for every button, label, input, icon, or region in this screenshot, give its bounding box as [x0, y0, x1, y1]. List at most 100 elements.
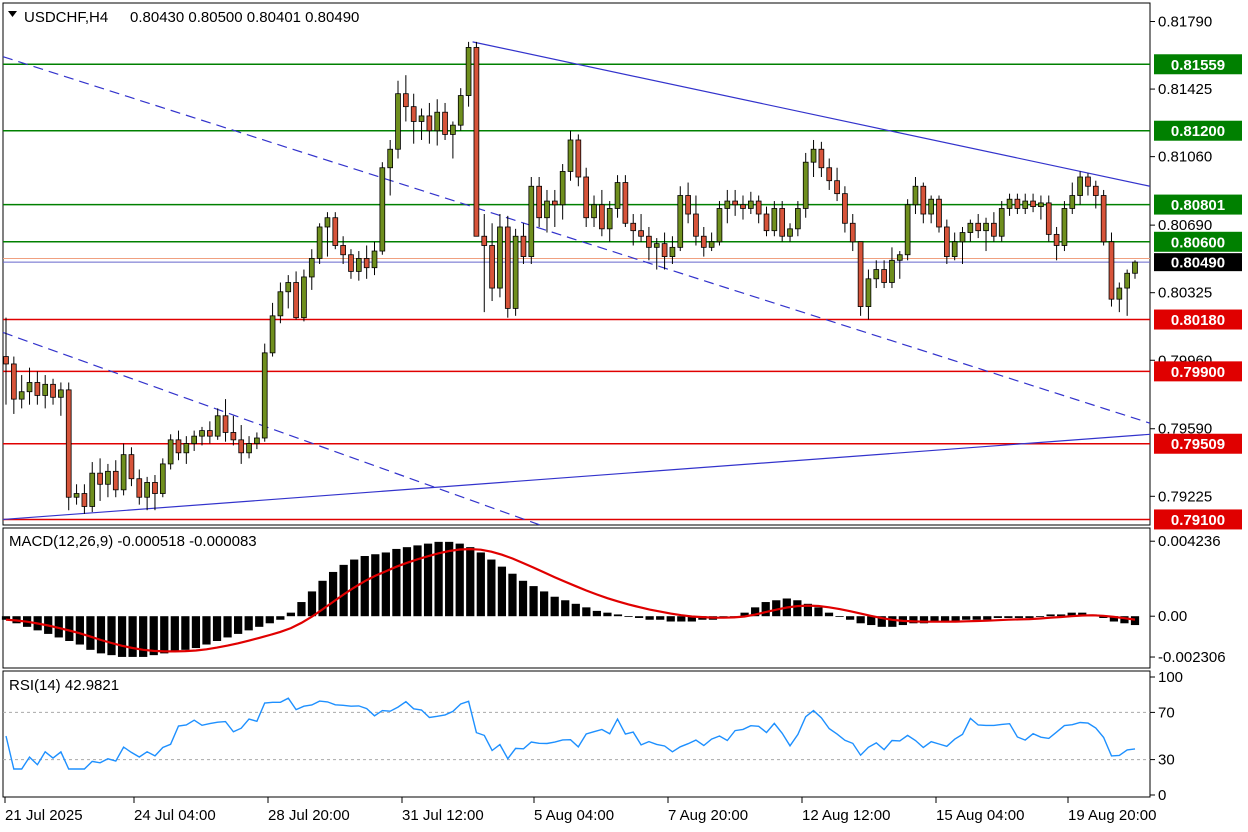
bullish-candle	[889, 259, 895, 283]
price-tick-label: 0.80325	[1158, 285, 1212, 302]
bullish-candle	[567, 139, 574, 172]
price-tick-label: 0.81425	[1158, 81, 1212, 98]
bullish-candle	[677, 195, 684, 248]
level-label: 0.80801	[1171, 197, 1225, 214]
bearish-candle	[944, 226, 950, 257]
macd-histogram-bar	[360, 556, 369, 617]
macd-histogram-bar	[107, 616, 116, 656]
macd-histogram-bar	[223, 616, 232, 638]
macd-histogram-bar	[455, 543, 464, 617]
chart-canvas: 0.81790 0.81425 0.81060 0.80690 0.80325 0.799…	[1, 2, 1242, 824]
rsi-tick-label: 30	[1158, 752, 1175, 769]
bearish-candle	[65, 389, 72, 498]
bearish-candle	[779, 208, 786, 237]
bullish-candle	[896, 254, 903, 261]
bullish-candle	[708, 241, 715, 248]
macd-histogram-bar	[508, 573, 517, 617]
bearish-candle	[693, 213, 699, 237]
bearish-candle	[207, 430, 213, 437]
bullish-candle	[998, 208, 1005, 237]
ohlc-values: 0.80430 0.80500 0.80401 0.80490	[130, 9, 359, 26]
bearish-candle	[685, 195, 691, 215]
bearish-candle	[583, 176, 590, 219]
bullish-candle	[802, 161, 809, 209]
bearish-candle	[920, 185, 927, 215]
time-tick-label: 21 Jul 2025	[5, 807, 83, 824]
macd-histogram-bar	[86, 616, 95, 650]
level-label: 0.81559	[1171, 57, 1225, 74]
bullish-candle	[324, 217, 331, 228]
macd-histogram-bar	[413, 545, 422, 617]
macd-histogram-bar	[307, 591, 317, 617]
bearish-candle	[50, 383, 56, 398]
bullish-candle	[1077, 176, 1083, 196]
bullish-candle	[512, 235, 519, 309]
time-tick-label: 15 Aug 04:00	[936, 807, 1024, 824]
bullish-candle	[1132, 261, 1138, 274]
macd-histogram-bar	[666, 616, 675, 622]
bullish-candle	[159, 463, 166, 494]
bullish-candle	[355, 258, 362, 272]
bearish-candle	[152, 482, 158, 494]
bearish-candle	[473, 47, 480, 237]
bearish-candle	[348, 254, 354, 272]
bullish-candle	[873, 269, 880, 280]
bullish-candle	[1061, 208, 1068, 246]
time-tick-label: 12 Aug 12:00	[802, 807, 890, 824]
bullish-candle	[418, 115, 425, 122]
bullish-candle	[724, 200, 731, 209]
macd-histogram-bar	[656, 616, 665, 620]
macd-histogram-bar	[181, 616, 190, 650]
bullish-candle	[73, 493, 80, 498]
level-label: 0.79100	[1171, 512, 1225, 529]
bearish-candle	[818, 148, 825, 169]
bullish-candle	[450, 124, 456, 135]
bullish-candle	[261, 352, 268, 439]
level-label: 0.80180	[1171, 312, 1225, 329]
bullish-candle	[951, 241, 958, 257]
bearish-candle	[551, 200, 558, 206]
bearish-candle	[442, 111, 448, 135]
bearish-candle	[481, 235, 488, 246]
bearish-candle	[700, 235, 707, 248]
macd-histogram-bar	[962, 616, 971, 620]
bearish-candle	[128, 454, 135, 480]
macd-histogram-bar	[1130, 616, 1140, 626]
bearish-candle	[1014, 198, 1021, 209]
bullish-candle	[371, 250, 378, 269]
bearish-candle	[426, 115, 433, 132]
macd-histogram-bar	[561, 600, 570, 617]
macd-histogram-bar	[1025, 616, 1034, 618]
macd-histogram-bar	[75, 616, 84, 645]
macd-histogram-bar	[371, 554, 380, 617]
bearish-candle	[230, 432, 237, 441]
bearish-candle	[11, 363, 17, 400]
time-tick-label: 19 Aug 20:00	[1068, 807, 1156, 824]
bullish-candle	[787, 228, 793, 237]
macd-histogram-bar	[476, 552, 485, 617]
macd-histogram-bar	[381, 552, 390, 617]
macd-histogram-bar	[402, 547, 412, 617]
bullish-candle	[795, 208, 801, 230]
time-tick-label: 24 Jul 04:00	[134, 807, 216, 824]
bearish-candle	[332, 217, 339, 246]
macd-histogram-bar	[529, 586, 538, 617]
macd-histogram-bar	[571, 603, 580, 617]
macd-histogram-bar	[255, 616, 264, 627]
bearish-candle	[975, 222, 982, 232]
bearish-candle	[175, 439, 182, 454]
macd-histogram-bar	[835, 616, 844, 618]
bullish-candle	[983, 222, 989, 232]
macd-histogram-bar	[1014, 616, 1024, 618]
macd-histogram-bar	[191, 616, 201, 649]
bullish-candle	[865, 278, 872, 307]
macd-histogram-bar	[65, 616, 74, 641]
macd-axis: 0.004236 0.00 -0.002306	[1150, 533, 1226, 666]
macd-histogram-bar	[328, 571, 338, 617]
macd-histogram-bar	[634, 616, 644, 618]
bearish-candle	[638, 230, 644, 237]
level-label: 0.81200	[1171, 123, 1225, 140]
time-tick-label: 7 Aug 20:00	[668, 807, 748, 824]
bearish-candle	[991, 222, 997, 237]
bullish-candle	[183, 443, 190, 454]
